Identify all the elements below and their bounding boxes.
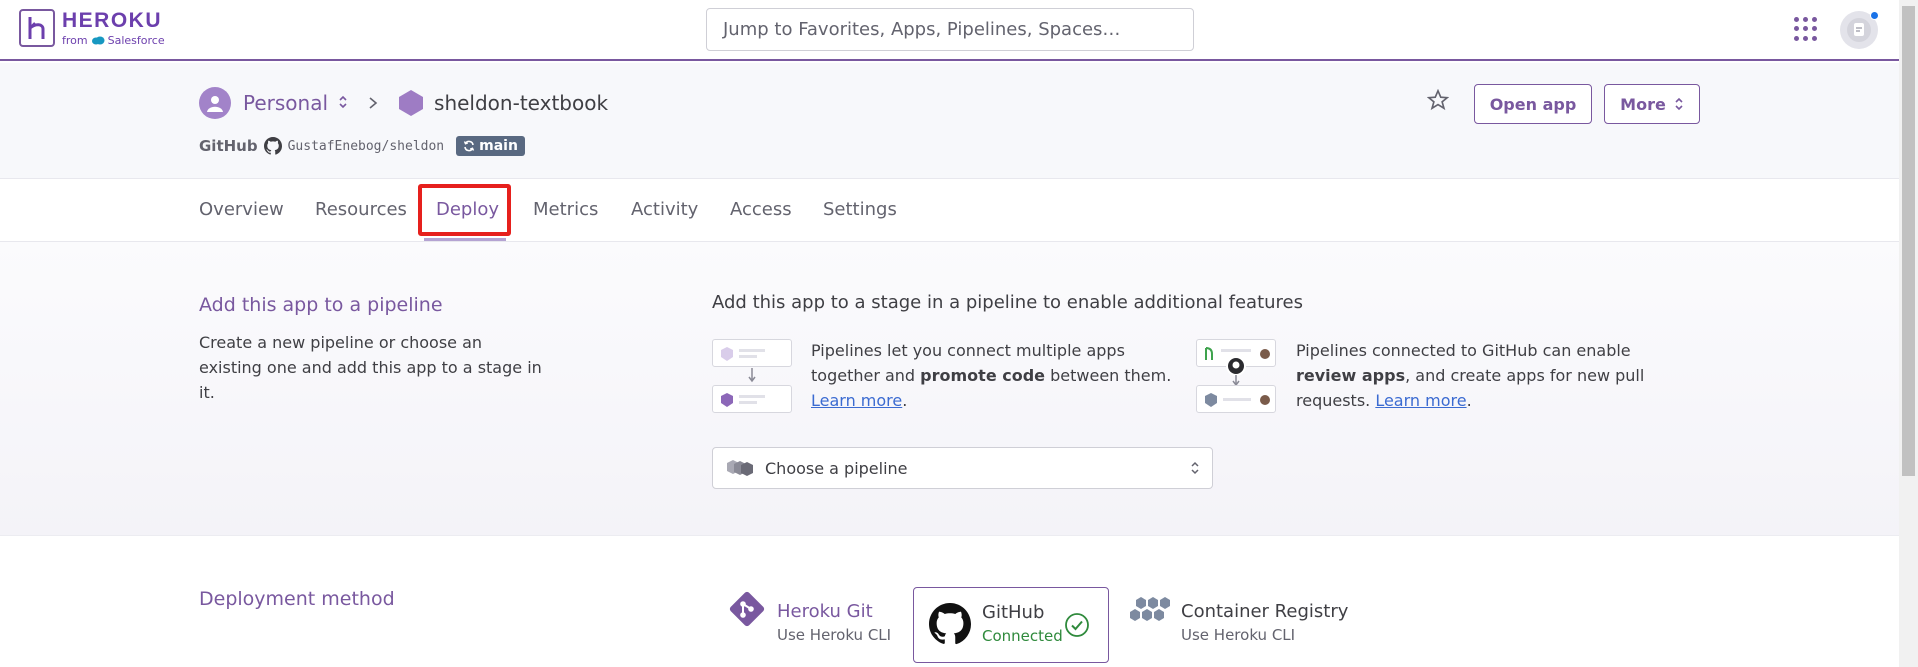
salesforce-cloud-icon <box>91 36 105 44</box>
scrollbar-thumb[interactable] <box>1902 6 1915 476</box>
heroku-logo[interactable]: HEROKU from Salesforce <box>19 9 165 47</box>
tab-activity[interactable]: Activity <box>631 199 698 220</box>
open-app-button[interactable]: Open app <box>1474 84 1592 124</box>
method-name: GitHub <box>982 602 1045 623</box>
feature1-text-end: between them. <box>1045 366 1172 385</box>
app-header: Personal sheldon-textbook GitHub GustafE… <box>0 63 1899 179</box>
tab-metrics[interactable]: Metrics <box>533 199 598 220</box>
tab-access[interactable]: Access <box>730 199 792 220</box>
logo-brand: Salesforce <box>107 33 165 47</box>
check-circle-icon <box>1065 613 1089 637</box>
logo-title: HEROKU <box>62 8 163 32</box>
search-input[interactable]: Jump to Favorites, Apps, Pipelines, Spac… <box>706 8 1194 51</box>
account-switcher-chevron-icon[interactable] <box>338 95 348 112</box>
tab-overview[interactable]: Overview <box>199 199 284 220</box>
container-registry-method[interactable]: Container Registry Use Heroku CLI <box>1129 587 1348 663</box>
user-avatar[interactable] <box>1840 11 1879 49</box>
container-icon <box>1130 597 1170 621</box>
app-hexagon-icon <box>399 90 424 116</box>
account-avatar-icon <box>199 87 231 119</box>
tab-settings[interactable]: Settings <box>823 199 897 220</box>
chevron-right-icon <box>368 91 378 115</box>
github-connection: GitHub GustafEnebog/sheldon main <box>199 136 525 156</box>
branch-sync-icon <box>463 140 475 152</box>
account-switcher[interactable]: Personal <box>243 91 328 115</box>
github-icon <box>929 603 971 645</box>
feature2-bold: review apps <box>1296 366 1406 385</box>
app-tabs: Overview Resources Deploy Metrics Activi… <box>0 180 1899 242</box>
active-tab-indicator <box>424 238 506 241</box>
search-placeholder: Jump to Favorites, Apps, Pipelines, Spac… <box>723 19 1121 40</box>
connected-status: Connected <box>982 627 1063 645</box>
breadcrumb: Personal sheldon-textbook <box>199 87 608 119</box>
deploy-tab-highlight <box>418 184 511 236</box>
pipeline-description: Create a new pipeline or choose an exist… <box>199 333 542 402</box>
branch-badge: main <box>456 136 525 156</box>
heroku-git-method[interactable]: Heroku Git Use Heroku CLI <box>725 587 891 663</box>
repo-link[interactable]: GustafEnebog/sheldon <box>288 139 445 154</box>
tab-resources[interactable]: Resources <box>315 199 407 220</box>
heroku-logo-icon <box>19 9 55 47</box>
user-avatar-icon <box>1847 18 1871 42</box>
github-icon <box>263 137 282 155</box>
pipeline-section: Add this app to a pipeline Create a new … <box>0 242 1899 536</box>
feature2-text: Pipelines connected to GitHub can enable <box>1296 341 1631 360</box>
method-name: Heroku Git <box>777 601 873 622</box>
more-button[interactable]: More <box>1604 84 1700 124</box>
pipeline-title: Add this app to a pipeline <box>199 294 443 316</box>
chevron-updown-icon <box>1190 460 1200 477</box>
apps-grid-icon[interactable] <box>1794 17 1818 41</box>
branch-name: main <box>479 138 518 154</box>
pipeline-stack-icon <box>727 460 753 476</box>
pipeline-heading: Add this app to a stage in a pipeline to… <box>712 292 1303 313</box>
chevron-updown-icon <box>1675 97 1683 111</box>
feature1-bold: promote code <box>920 366 1046 385</box>
app-name: sheldon-textbook <box>434 91 609 115</box>
pipeline-feature-text: Pipelines let you connect multiple apps … <box>811 341 1172 410</box>
method-sub: Use Heroku CLI <box>1181 626 1296 644</box>
source-label: GitHub <box>199 137 258 155</box>
more-button-label: More <box>1620 94 1666 114</box>
github-icon <box>1226 356 1246 376</box>
review-apps-illustration <box>1196 339 1276 413</box>
pipeline-illustration <box>712 339 792 413</box>
top-navbar: HEROKU from Salesforce Jump to Favorites… <box>0 0 1899 61</box>
logo-from: from <box>62 33 88 47</box>
method-sub: Use Heroku CLI <box>777 626 892 644</box>
git-icon <box>729 591 765 627</box>
favorite-star-icon[interactable] <box>1426 88 1450 117</box>
learn-more-link-pipelines[interactable]: Learn more <box>811 391 902 410</box>
review-apps-feature-text: Pipelines connected to GitHub can enable… <box>1296 341 1645 410</box>
choose-pipeline-select[interactable]: Choose a pipeline <box>712 447 1213 489</box>
learn-more-link-review-apps[interactable]: Learn more <box>1375 391 1466 410</box>
deployment-method-title: Deployment method <box>199 588 395 610</box>
github-method[interactable]: GitHub Connected <box>913 587 1109 663</box>
method-name: Container Registry <box>1181 601 1349 622</box>
page-scrollbar[interactable] <box>1899 0 1918 667</box>
select-placeholder: Choose a pipeline <box>765 458 908 478</box>
notification-dot <box>1870 11 1879 20</box>
